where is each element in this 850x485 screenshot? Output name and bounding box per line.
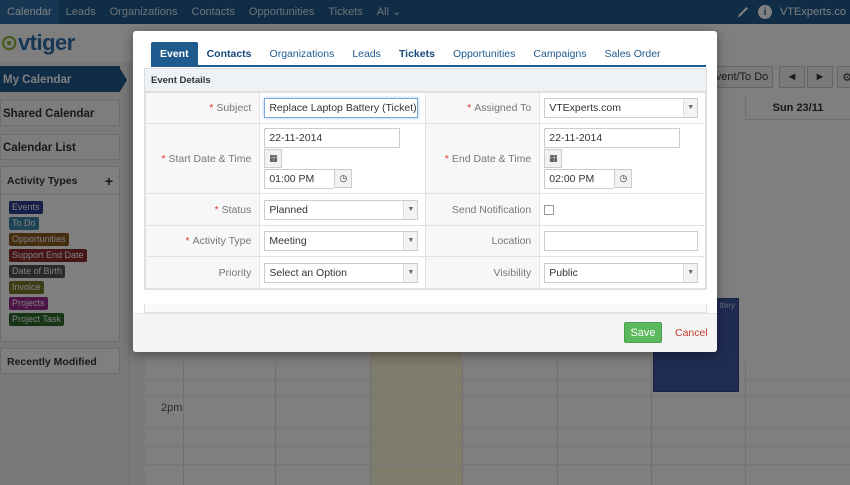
modal-footer: Save Cancel bbox=[133, 313, 717, 352]
end-datetime-cell: 22-11-2014 ▦ 02:00 PM ◷ bbox=[539, 123, 706, 194]
status-value: Planned bbox=[269, 203, 308, 216]
dropdown-arrow-icon: ▼ bbox=[683, 99, 698, 117]
priority-value: Select an Option bbox=[269, 266, 347, 279]
status-label-text: Status bbox=[221, 203, 252, 216]
tab-event[interactable]: Event bbox=[151, 42, 198, 66]
activity-type-value: Meeting bbox=[269, 235, 307, 247]
required-mark: * bbox=[214, 203, 219, 216]
tab-organizations[interactable]: Organizations bbox=[261, 42, 344, 66]
dropdown-arrow-icon: ▼ bbox=[683, 263, 698, 282]
start-time-input[interactable]: 01:00 PM bbox=[264, 169, 335, 189]
save-button[interactable]: Save bbox=[624, 322, 662, 343]
clock-icon[interactable]: ◷ bbox=[334, 169, 353, 188]
visibility-label: Visibility bbox=[425, 256, 541, 289]
modal-tabs: Event Contacts Organizations Leads Tickets Op… bbox=[151, 42, 670, 66]
tab-leads[interactable]: Leads bbox=[343, 42, 390, 66]
activity-type-label: * Activity Type bbox=[144, 225, 261, 257]
cancel-link[interactable]: Cancel bbox=[675, 327, 708, 339]
required-mark: * bbox=[444, 152, 449, 165]
status-label: * Status bbox=[144, 193, 261, 226]
subject-label-text: Subject bbox=[216, 102, 252, 114]
assigned-to-cell: VTExperts.com ▼ bbox=[539, 92, 706, 124]
send-notification-cell bbox=[539, 193, 706, 226]
visibility-value: Public bbox=[549, 266, 578, 279]
end-datetime-label: * End Date & Time bbox=[425, 123, 541, 194]
location-cell bbox=[539, 225, 706, 257]
tab-sales-order[interactable]: Sales Order bbox=[596, 42, 670, 66]
required-mark: * bbox=[185, 235, 190, 247]
start-date-input[interactable]: 22-11-2014 bbox=[264, 128, 401, 148]
visibility-select[interactable]: Public ▼ bbox=[544, 262, 699, 283]
subject-cell: Replace Laptop Battery (Ticket) bbox=[259, 92, 427, 124]
clock-icon[interactable]: ◷ bbox=[614, 169, 633, 188]
required-mark: * bbox=[209, 102, 214, 114]
end-time-group: 02:00 PM ◷ bbox=[544, 169, 705, 189]
required-mark: * bbox=[467, 102, 472, 114]
location-label: Location bbox=[425, 225, 541, 257]
tab-campaigns[interactable]: Campaigns bbox=[524, 42, 595, 66]
calendar-icon[interactable]: ▦ bbox=[264, 149, 283, 168]
tab-underline bbox=[151, 65, 706, 67]
assigned-to-label: * Assigned To bbox=[425, 92, 541, 124]
section-title: Event Details bbox=[145, 69, 706, 92]
subject-label: * Subject bbox=[144, 92, 261, 124]
start-label-text: Start Date & Time bbox=[168, 152, 252, 165]
start-datetime-cell: 22-11-2014 ▦ 01:00 PM ◷ bbox=[259, 123, 427, 194]
end-time-input[interactable]: 02:00 PM bbox=[544, 169, 615, 189]
quick-create-event-modal: Event Contacts Organizations Leads Tickets Op… bbox=[133, 31, 717, 352]
end-label-text: End Date & Time bbox=[451, 152, 532, 165]
dropdown-arrow-icon: ▼ bbox=[403, 263, 418, 282]
subject-input[interactable]: Replace Laptop Battery (Ticket) bbox=[264, 98, 419, 118]
end-date-input[interactable]: 22-11-2014 bbox=[544, 128, 681, 148]
tab-contacts[interactable]: Contacts bbox=[198, 42, 261, 66]
assigned-to-label-text: Assigned To bbox=[474, 102, 532, 114]
location-input[interactable] bbox=[544, 231, 699, 251]
section-bottom-strip bbox=[144, 304, 707, 313]
activity-type-label-text: Activity Type bbox=[192, 235, 252, 247]
calendar-icon[interactable]: ▦ bbox=[544, 149, 563, 168]
activity-type-select[interactable]: Meeting ▼ bbox=[264, 231, 419, 251]
event-details-section: Event Details * Subject Replace Laptop Ba… bbox=[144, 68, 707, 290]
assigned-to-select[interactable]: VTExperts.com ▼ bbox=[544, 98, 699, 118]
priority-cell: Select an Option ▼ bbox=[259, 256, 427, 289]
status-select[interactable]: Planned ▼ bbox=[264, 199, 419, 220]
dropdown-arrow-icon: ▼ bbox=[403, 232, 418, 250]
event-form: * Subject Replace Laptop Battery (Ticket)… bbox=[144, 92, 706, 289]
assigned-to-value: VTExperts.com bbox=[549, 102, 622, 114]
priority-select[interactable]: Select an Option ▼ bbox=[264, 262, 419, 283]
send-notification-label: Send Notification bbox=[425, 193, 541, 226]
activity-type-cell: Meeting ▼ bbox=[259, 225, 427, 257]
required-mark: * bbox=[161, 152, 166, 165]
start-datetime-label: * Start Date & Time bbox=[144, 123, 261, 194]
dropdown-arrow-icon: ▼ bbox=[403, 200, 418, 219]
visibility-cell: Public ▼ bbox=[539, 256, 706, 289]
tab-tickets[interactable]: Tickets bbox=[390, 42, 444, 66]
status-cell: Planned ▼ bbox=[259, 193, 427, 226]
send-notification-checkbox[interactable] bbox=[544, 204, 555, 215]
priority-label: Priority bbox=[144, 256, 261, 289]
tab-opportunities[interactable]: Opportunities bbox=[444, 42, 524, 66]
start-time-group: 01:00 PM ◷ bbox=[264, 169, 425, 189]
